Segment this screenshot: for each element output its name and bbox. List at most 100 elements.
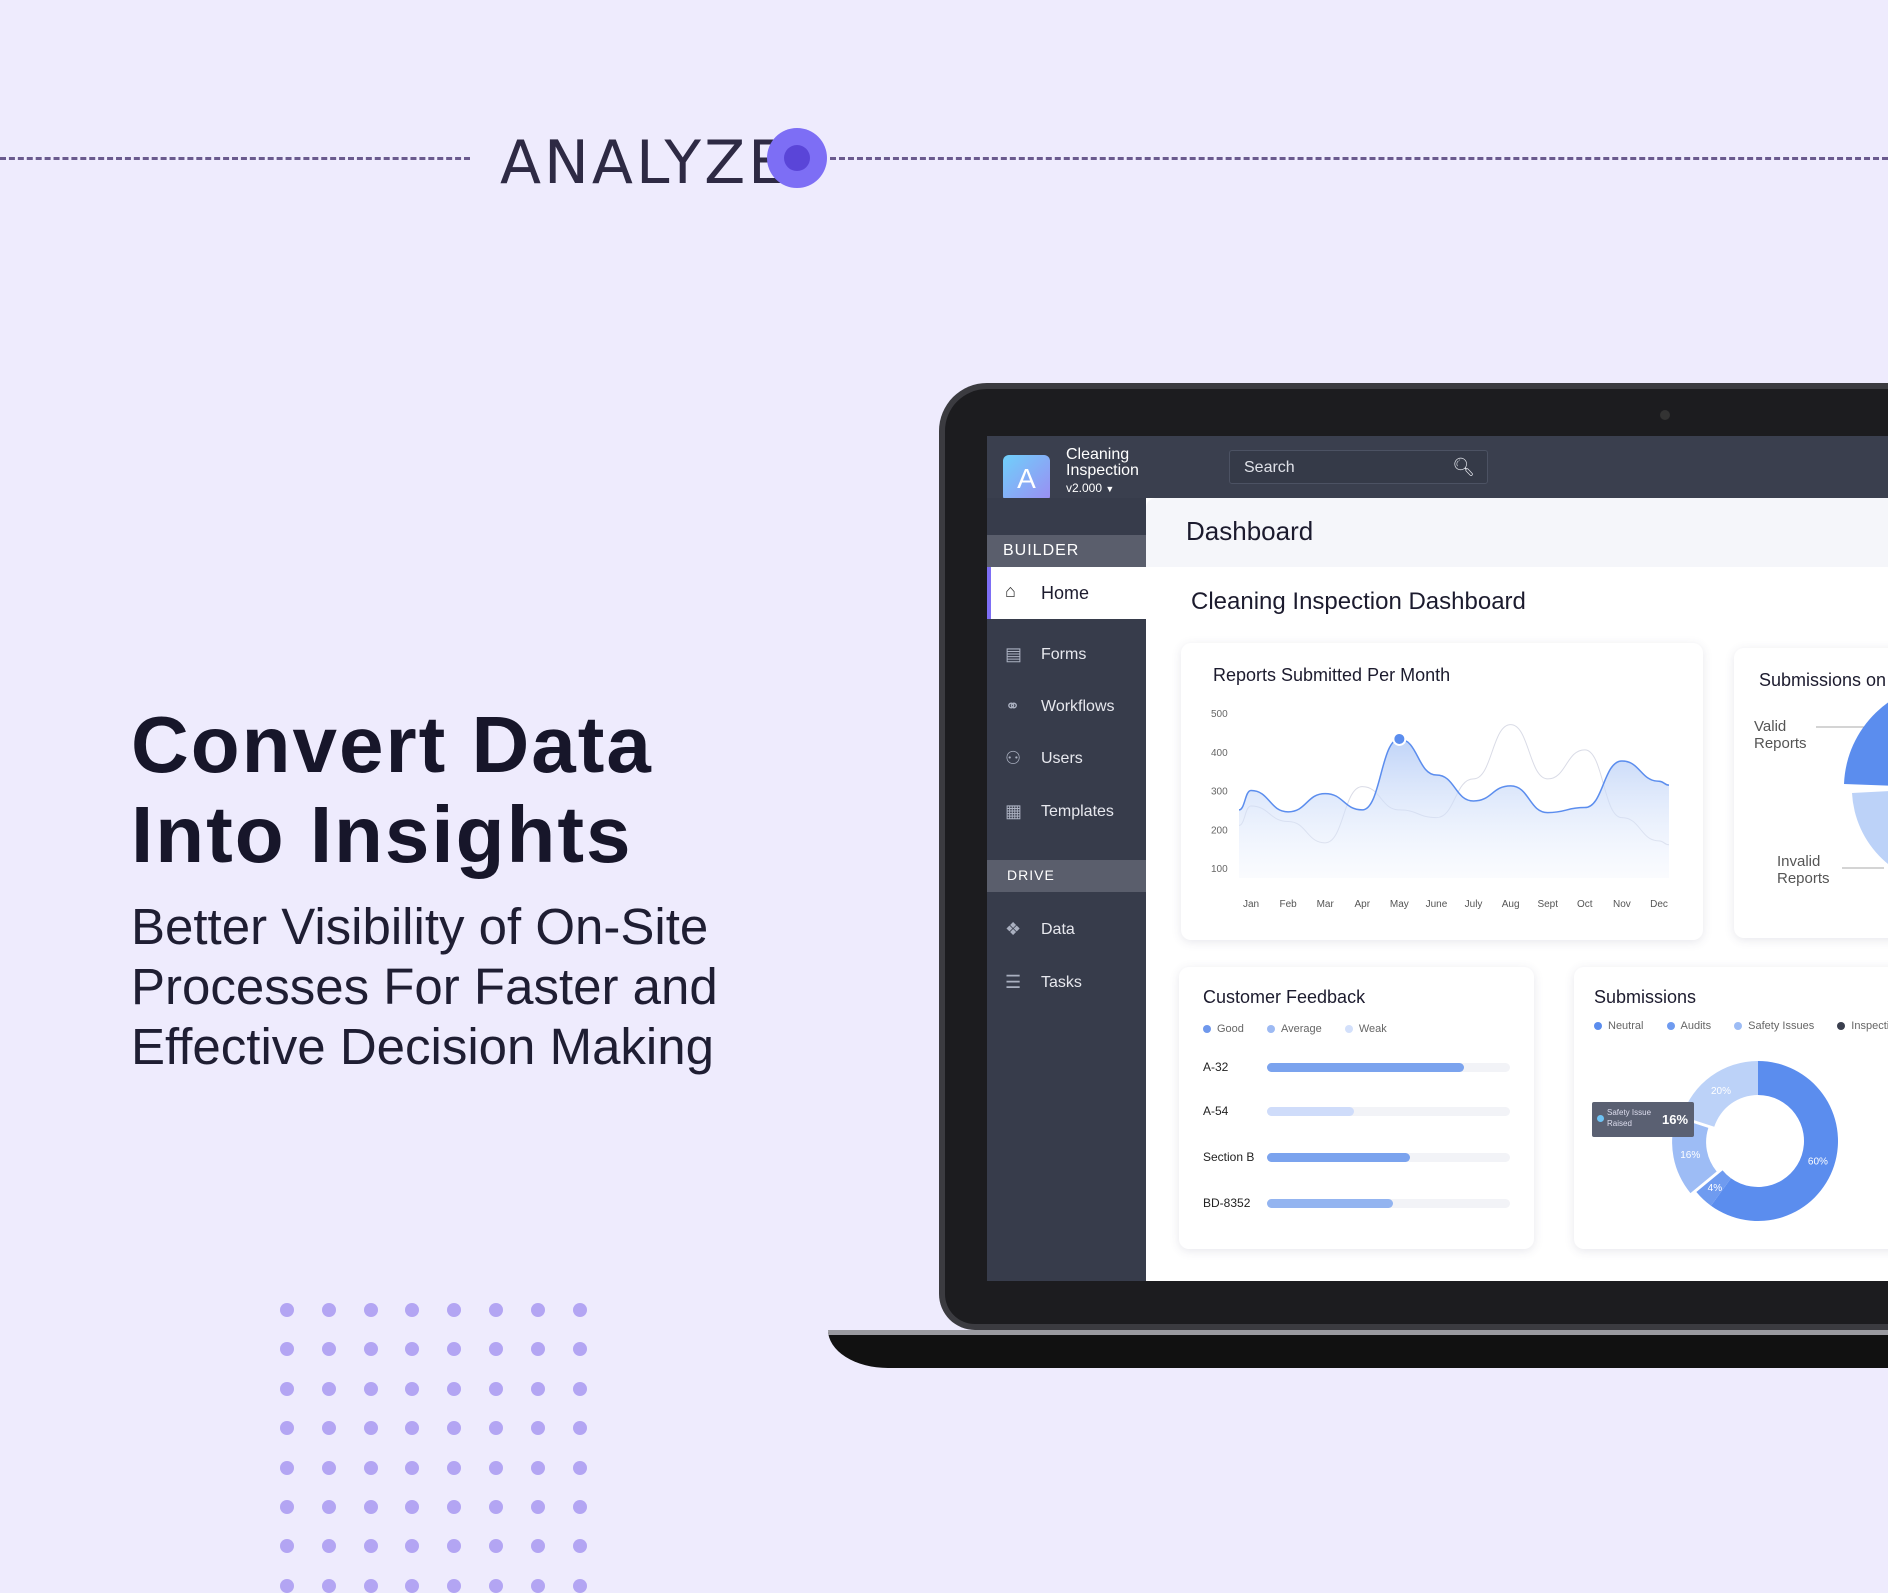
series-area (1239, 738, 1669, 878)
bar-label: A-32 (1203, 1060, 1229, 1074)
sidebar-item-label: Users (1041, 750, 1083, 767)
pie-slice-valid (1844, 702, 1888, 786)
decor-dot (363, 1578, 378, 1593)
bar-track (1267, 1199, 1510, 1208)
bar[interactable] (1267, 1063, 1464, 1072)
card-title: Customer Feedback (1203, 987, 1366, 1007)
highlight-point[interactable] (1392, 731, 1407, 746)
x-tick-label: Jan (1243, 899, 1259, 910)
bar[interactable] (1267, 1107, 1355, 1116)
search-icon[interactable]: 🔍︎ (1452, 457, 1475, 478)
sidebar-item-label: Data (1041, 921, 1075, 938)
decor-dot (405, 1381, 420, 1396)
subtitle-line: Processes For Faster and (131, 958, 718, 1015)
x-tick-label: June (1426, 899, 1448, 910)
bar-track (1267, 1063, 1510, 1072)
x-tick-label: Oct (1577, 899, 1593, 910)
submissions-on-card: Submissions on Valid Reports Invalid Rep… (1734, 648, 1888, 938)
decor-dot (447, 1539, 462, 1554)
donut-tooltip: Safety Issue Raised 16% (1592, 1102, 1694, 1137)
decor-dot (405, 1539, 420, 1554)
decor-dot (321, 1500, 336, 1514)
legend-dot-icon (1344, 1025, 1353, 1034)
version-dropdown[interactable]: v2.000 ▼ (1066, 481, 1114, 495)
decor-dot (405, 1460, 420, 1475)
sidebar-item-users[interactable]: ⚇ Users (987, 734, 1146, 786)
sidebar-item-label: Templates (1041, 803, 1114, 820)
app-title: Inspection (1066, 462, 1139, 479)
decor-dot (447, 1421, 462, 1436)
sidebar-item-forms[interactable]: ▤ Forms (987, 630, 1146, 682)
slice-label: 20% (1711, 1086, 1731, 1097)
decor-dot (363, 1342, 378, 1357)
decor-dot (447, 1460, 462, 1475)
tooltip-dot-icon (1597, 1115, 1604, 1122)
decor-dot (280, 1460, 294, 1475)
version-label: v2.000 (1066, 481, 1103, 495)
dashed-line-right (830, 157, 1888, 160)
decor-dot (363, 1539, 378, 1554)
sidebar-item-data[interactable]: ❖ Data (987, 905, 1146, 957)
x-tick-label: Apr (1354, 899, 1370, 910)
legend-item: Average (1266, 1023, 1322, 1035)
sidebar-item-workflows[interactable]: ⚭ Workflows (987, 682, 1146, 734)
decor-dot (363, 1421, 378, 1436)
legend-dot-icon (1203, 1025, 1211, 1034)
sidebar-item-label: Home (1041, 583, 1090, 603)
decor-dot (572, 1500, 587, 1514)
decor-dot (530, 1303, 545, 1317)
decor-dot (572, 1421, 587, 1436)
sidebar-item-home[interactable]: ⌂ Home (987, 567, 1146, 619)
decor-dot (489, 1578, 503, 1593)
decor-dot (280, 1578, 294, 1593)
subtitle-line: Effective Decision Making (131, 1018, 714, 1075)
sidebar-item-tasks[interactable]: ☰ Tasks (987, 958, 1146, 1010)
decor-dot (530, 1381, 545, 1396)
decor-dot (321, 1539, 336, 1554)
decor-dot (489, 1539, 503, 1554)
decor-dot (572, 1342, 587, 1357)
app-logo[interactable]: A (1003, 455, 1050, 502)
y-tick-label: 400 (1211, 748, 1228, 759)
app-screen: A Cleaning Inspection v2.000 ▼ Search 🔍︎ … (987, 436, 1888, 1281)
y-tick-label: 200 (1211, 825, 1228, 836)
decor-dot (530, 1500, 545, 1514)
sidebar-item-label: Tasks (1041, 974, 1082, 991)
decor-dot (447, 1381, 462, 1396)
decor-dot (447, 1578, 462, 1593)
dashboard-title: Cleaning Inspection Dashboard (1191, 588, 1526, 615)
bar-track (1267, 1107, 1510, 1116)
decor-dot (321, 1460, 336, 1475)
bar-label: Section B (1203, 1150, 1255, 1164)
templates-icon: ▦ (1005, 801, 1023, 821)
decor-dot (530, 1578, 545, 1593)
y-tick-label: 300 (1211, 787, 1228, 798)
slice-label: 4% (1708, 1183, 1723, 1194)
section-drive: DRIVE (987, 860, 1146, 892)
x-tick-label: Dec (1650, 899, 1668, 910)
sidebar-item-templates[interactable]: ▦ Templates (987, 787, 1146, 839)
decor-dot (530, 1342, 545, 1357)
decor-dot (280, 1421, 294, 1436)
decor-dot (572, 1460, 587, 1475)
decor-dot (489, 1421, 503, 1436)
decor-dot (280, 1539, 294, 1554)
tooltip-label: Safety Issue (1607, 1108, 1652, 1117)
slice-label: 16% (1680, 1150, 1700, 1161)
decor-dot (489, 1342, 503, 1357)
search-input[interactable]: Search 🔍︎ (1229, 450, 1488, 484)
bar-track (1267, 1153, 1510, 1162)
home-icon: ⌂ (1005, 581, 1016, 601)
y-tick-label: 500 (1211, 709, 1228, 720)
users-icon: ⚇ (1005, 748, 1022, 768)
top-bar: A Cleaning Inspection v2.000 ▼ Search 🔍︎ (987, 436, 1888, 502)
x-tick-label: Nov (1613, 899, 1631, 910)
decor-dot (321, 1578, 336, 1593)
decor-dot (321, 1342, 336, 1357)
bar[interactable] (1267, 1153, 1411, 1162)
decor-dot (363, 1381, 378, 1396)
sidebar-item-label: Forms (1041, 646, 1087, 663)
bar[interactable] (1267, 1199, 1394, 1208)
x-tick-label: May (1390, 899, 1409, 910)
decor-dot (447, 1500, 462, 1514)
